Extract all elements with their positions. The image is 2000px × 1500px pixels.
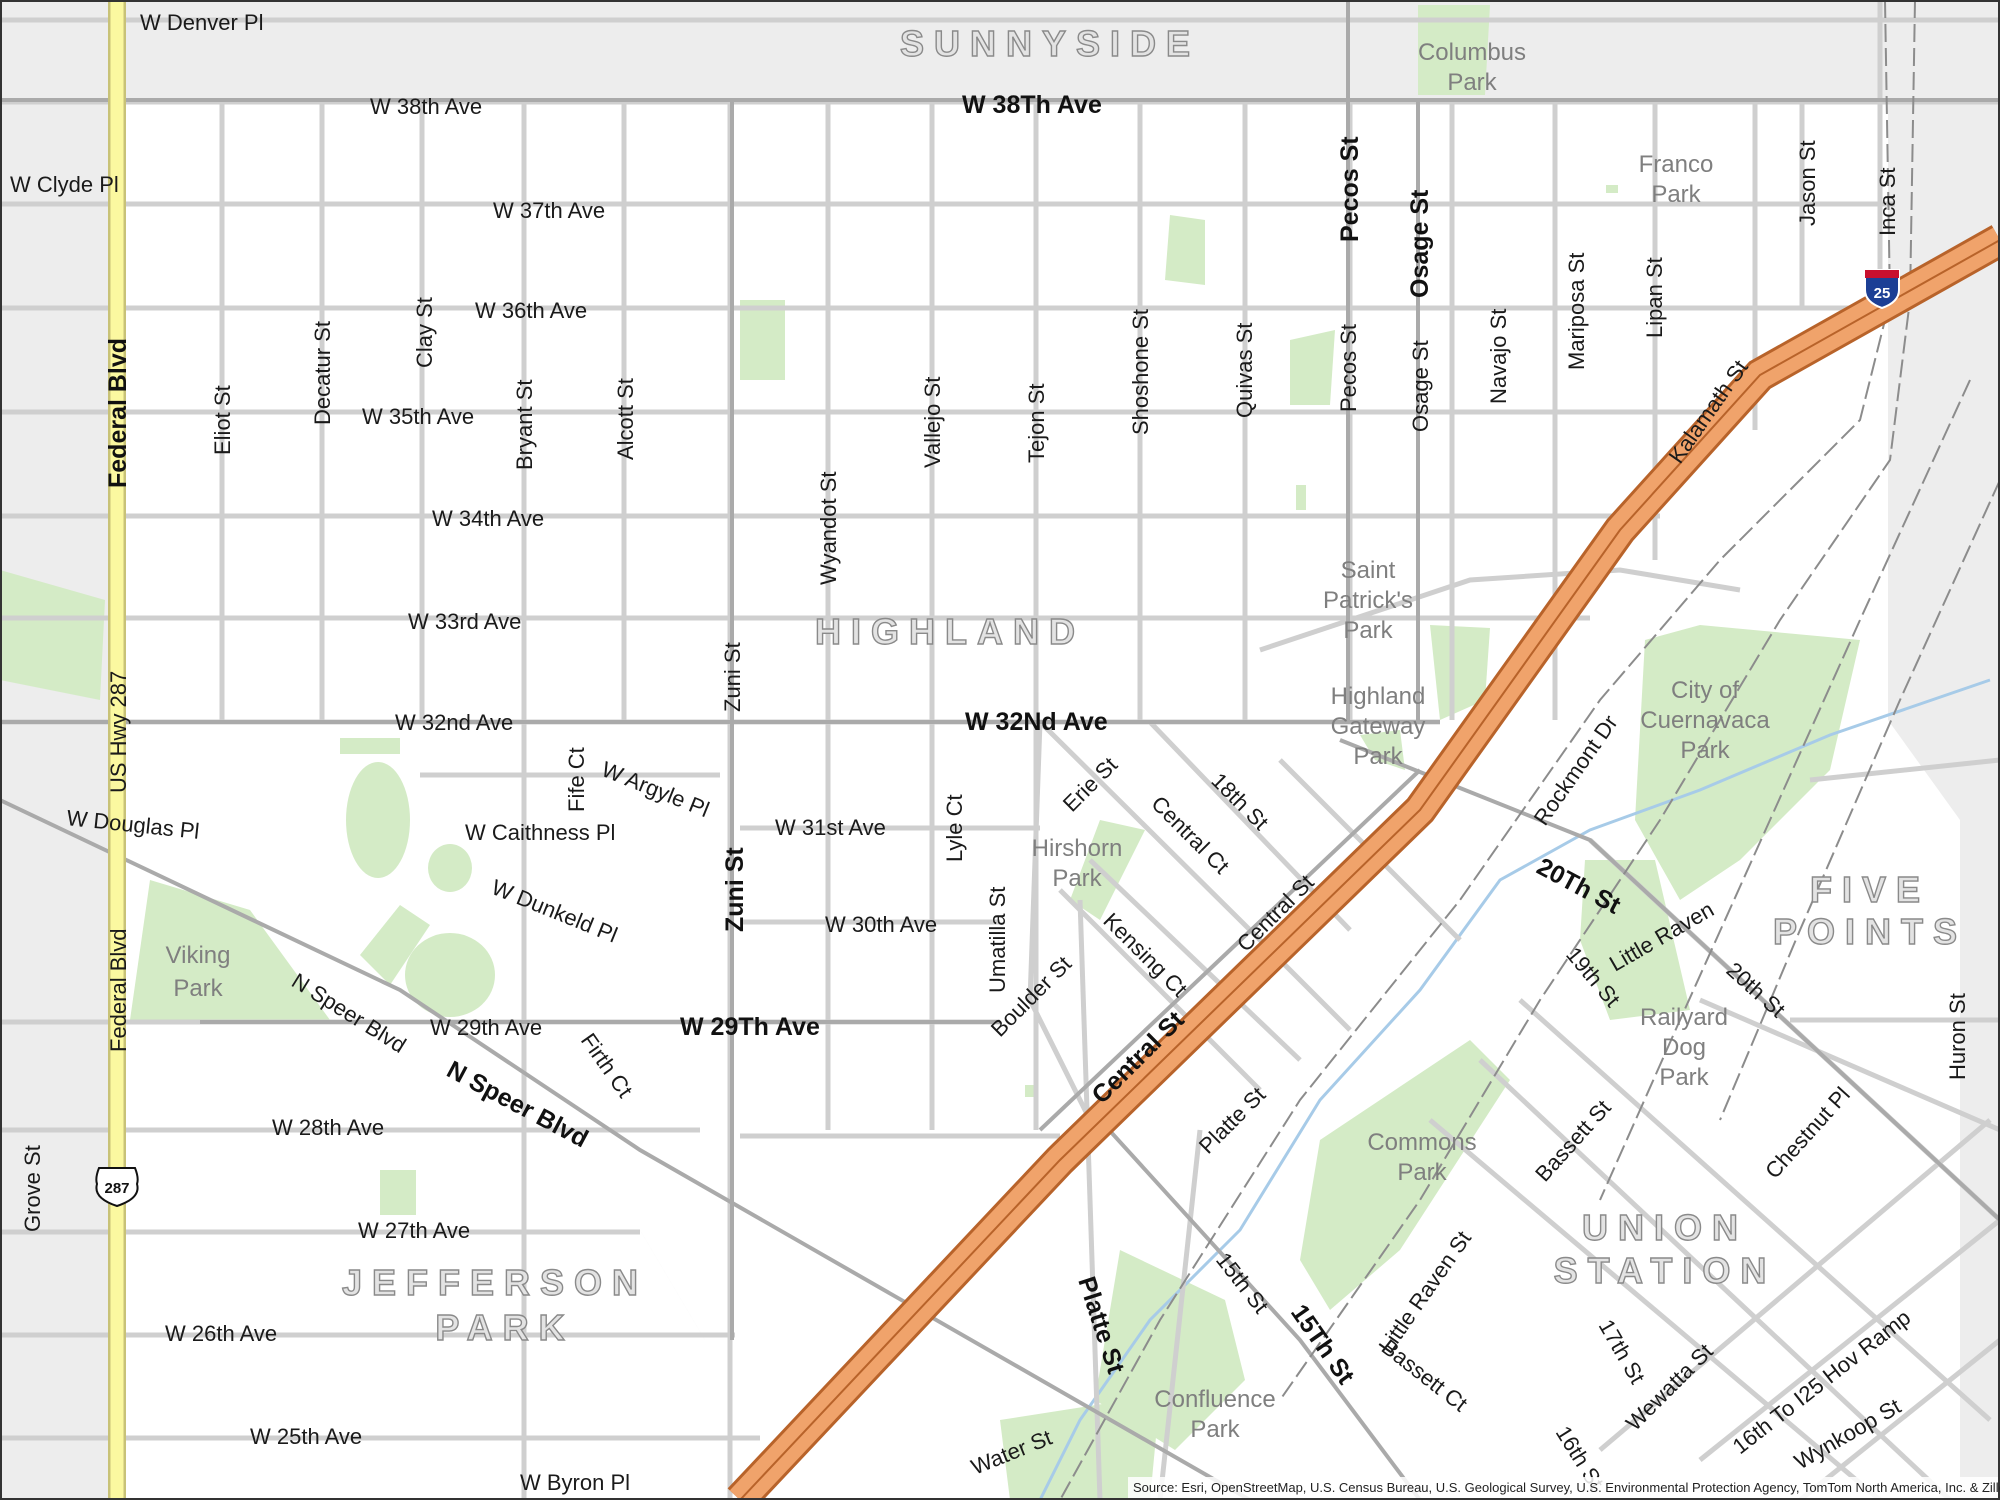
street-label: US Hwy 287 <box>106 671 131 793</box>
park-label: Hirshorn <box>1032 835 1123 862</box>
street-label: Navajo St <box>1486 309 1511 404</box>
park-label: Saint <box>1341 557 1396 584</box>
park-label: Railyard <box>1640 1004 1728 1031</box>
street-label: Mariposa St <box>1564 253 1589 370</box>
park-label: Commons <box>1367 1129 1476 1156</box>
street-label: Zuni St <box>721 847 749 932</box>
neighborhood-label: UNION <box>1582 1207 1748 1248</box>
street-label: Jason St <box>1795 140 1820 226</box>
street-label: W 26th Ave <box>165 1321 277 1346</box>
park-label: Park <box>1052 865 1102 892</box>
park-label: Gateway <box>1331 713 1426 740</box>
us-route-number: 287 <box>104 1180 129 1197</box>
street-label: Shoshone St <box>1128 309 1153 435</box>
street-label: Bryant St <box>512 380 537 470</box>
neighborhood-label: HIGHLAND <box>815 611 1085 652</box>
street-label: Vallejo St <box>920 377 945 468</box>
park-label: Viking <box>166 942 231 969</box>
map-canvas[interactable]: SUNNYSIDE HIGHLAND JEFFERSON PARK FIVE P… <box>0 0 2000 1500</box>
street-label: Quivas St <box>1232 323 1257 418</box>
park-label: Park <box>173 975 223 1002</box>
attribution-text: Source: Esri, OpenStreetMap, U.S. Census… <box>1133 1480 2000 1495</box>
street-label: W 27th Ave <box>358 1218 470 1243</box>
street-label: W 37th Ave <box>493 198 605 223</box>
park-label: Park <box>1651 181 1701 208</box>
street-label: W 33rd Ave <box>408 609 521 634</box>
street-label: Lyle Ct <box>942 794 967 862</box>
park-area <box>1606 185 1618 193</box>
park-label: Park <box>1397 1159 1447 1186</box>
park-label: Park <box>1680 737 1730 764</box>
street-label: W Denver Pl <box>140 10 263 35</box>
street-label: W 25th Ave <box>250 1424 362 1449</box>
street-label: Tejon St <box>1024 384 1049 464</box>
street-label: W 36th Ave <box>475 298 587 323</box>
street-label: Decatur St <box>310 321 335 425</box>
street-label: Federal Blvd <box>104 338 132 488</box>
street-label: W 32Nd Ave <box>965 708 1108 736</box>
street-label: W 31st Ave <box>775 815 886 840</box>
neighborhood-label: POINTS <box>1773 911 1967 952</box>
street-label: Wyandot St <box>816 471 841 585</box>
street-label: Eliot St <box>210 385 235 455</box>
street-label: W 38Th Ave <box>962 91 1102 119</box>
interstate-shield-icon: 25 <box>1864 269 1900 310</box>
street-label: Lipan St <box>1642 257 1667 338</box>
street-label: W Clyde Pl <box>10 172 119 197</box>
street-label: Pecos St <box>1336 324 1361 412</box>
park-area <box>1165 215 1205 285</box>
park-label: City of <box>1671 677 1739 704</box>
park-label: Park <box>1190 1416 1240 1443</box>
street-label: W Caithness Pl <box>465 820 615 845</box>
street-label: Inca St <box>1875 168 1900 236</box>
park-label: Cuernavaca <box>1640 707 1770 734</box>
park-label: Confluence <box>1154 1386 1275 1413</box>
park-area <box>1290 330 1335 405</box>
park-area <box>428 844 472 892</box>
street-label: Huron St <box>1945 993 1970 1080</box>
shield-top-band <box>1865 270 1899 278</box>
park-area <box>740 300 785 380</box>
street-label: W 32nd Ave <box>395 710 513 735</box>
park-area <box>1296 485 1306 510</box>
neighborhood-label: STATION <box>1554 1250 1777 1291</box>
street-label: Zuni St <box>720 642 745 712</box>
park-label: Patrick's <box>1323 587 1413 614</box>
street-label: Osage St <box>1408 340 1433 432</box>
street-label: W 34th Ave <box>432 506 544 531</box>
park-label: Park <box>1447 69 1497 96</box>
street-label: Osage St <box>1406 189 1434 298</box>
neighborhood-label: SUNNYSIDE <box>900 23 1200 64</box>
street-label: Alcott St <box>613 378 638 460</box>
street-label: W 30th Ave <box>825 912 937 937</box>
park-label: Park <box>1353 743 1403 770</box>
park-label: Franco <box>1639 151 1714 178</box>
park-label: Park <box>1343 617 1393 644</box>
park-label: Highland <box>1331 683 1426 710</box>
neighborhood-label: FIVE <box>1810 869 1930 910</box>
park-area <box>340 738 400 754</box>
street-label: W 29Th Ave <box>680 1013 820 1041</box>
street-label: W 35th Ave <box>362 404 474 429</box>
street-label: Umatilla St <box>985 887 1010 993</box>
neighborhood-label: JEFFERSON <box>342 1262 648 1303</box>
park-area <box>346 762 410 878</box>
street-label: Clay St <box>412 297 437 368</box>
street-label: W Byron Pl <box>520 1470 630 1495</box>
park-label: Columbus <box>1418 39 1526 66</box>
neighborhood-label: PARK <box>435 1307 574 1348</box>
interstate-number: 25 <box>1874 285 1891 302</box>
street-label: Federal Blvd <box>106 928 131 1052</box>
street-label: W 38th Ave <box>370 94 482 119</box>
park-area <box>380 1170 416 1215</box>
street-label: Grove St <box>20 1145 45 1232</box>
street-label: W 29th Ave <box>430 1015 542 1040</box>
street-label: Fife Ct <box>564 747 589 812</box>
street-label: W 28th Ave <box>272 1115 384 1140</box>
park-label: Park <box>1659 1064 1709 1091</box>
park-label: Dog <box>1662 1034 1706 1061</box>
street-label: Pecos St <box>1336 136 1364 242</box>
